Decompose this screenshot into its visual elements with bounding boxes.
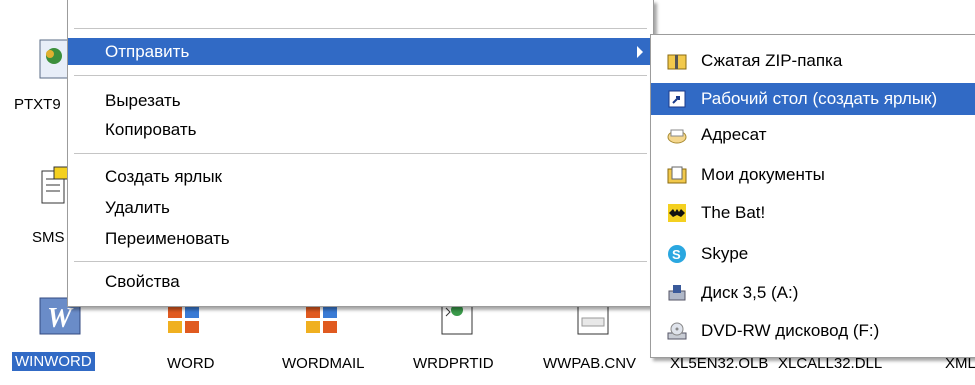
menu-item-label: Копировать [105,120,197,139]
desktop-icon-label-wrdprtid: WRDPRTID [413,355,494,372]
submenu-item-desktop-shortcut[interactable]: Рабочий стол (создать ярлык) [651,83,975,115]
menu-separator [74,75,647,76]
zip-folder-icon [667,54,687,70]
mail-recipient-icon [667,129,687,144]
menu-separator [74,153,647,154]
svg-text:S: S [672,247,681,262]
menu-item-label: Удалить [105,198,170,217]
context-menu: Отправить Вырезать Копировать Создать яр… [67,0,654,307]
svg-text:W: W [47,303,74,334]
desktop-icon-label-ptxt: PTXT9 [14,96,61,113]
menu-item-label: Переименовать [105,229,230,248]
desktop-icon-label-wwpab: WWPAB.CNV [543,355,637,372]
menu-item-send-to[interactable]: Отправить [68,38,653,65]
menu-item-create-shortcut[interactable]: Создать ярлык [68,163,653,190]
submenu-item-label: Адресат [701,125,767,144]
menu-item-label: Свойства [105,272,180,291]
desktop-icon-label-word: WORD [167,355,215,372]
skype-icon: S [668,245,686,263]
submenu-item-label: DVD-RW дисковод (F:) [701,321,880,340]
submenu-item-my-documents[interactable]: Мои документы [651,159,975,191]
menu-item-label: Отправить [105,42,190,61]
desktop-icon-label-wordmail: WORDMAIL [282,355,365,372]
menu-item-rename[interactable]: Переименовать [68,225,653,252]
submenu-item-label: Мои документы [701,165,825,184]
menu-separator [74,28,647,29]
submenu-arrow-icon [637,46,643,58]
submenu-item-dvd[interactable]: DVD-RW дисковод (F:) [651,315,975,347]
submenu-item-mail-recipient[interactable]: Адресат [651,119,975,151]
submenu-item-label: The Bat! [701,203,766,222]
menu-item-copy[interactable]: Копировать [68,116,653,143]
menu-item-properties[interactable]: Свойства [68,268,653,295]
submenu-item-label: Диск 3,5 (A:) [701,283,799,302]
dvd-drive-icon [667,322,687,340]
submenu-item-skype[interactable]: S Skype [651,238,975,270]
the-bat-icon [668,204,686,222]
desktop-icon-label-winword[interactable]: WINWORD [12,352,95,371]
send-to-submenu: Сжатая ZIP-папка Рабочий стол (создать я… [650,34,975,358]
word-doc-icon[interactable] [166,302,202,338]
menu-item-label: Создать ярлык [105,167,222,186]
submenu-item-label: Сжатая ZIP-папка [701,51,843,70]
menu-item-label: Вырезать [105,91,181,110]
my-documents-icon [667,166,687,184]
submenu-item-the-bat[interactable]: The Bat! [651,197,975,229]
menu-item-delete[interactable]: Удалить [68,194,653,221]
submenu-item-label: Skype [701,244,749,263]
desktop-icon-label-sms: SMS [32,229,65,246]
desktop-shortcut-icon [668,90,686,108]
submenu-item-label: Рабочий стол (создать ярлык) [701,89,938,108]
menu-item-cut[interactable]: Вырезать [68,87,653,114]
wordmail-icon[interactable] [304,302,340,338]
submenu-item-floppy[interactable]: Диск 3,5 (A:) [651,277,975,309]
submenu-item-zip[interactable]: Сжатая ZIP-папка [651,45,975,77]
menu-separator [74,261,647,262]
floppy-drive-icon [668,285,686,301]
